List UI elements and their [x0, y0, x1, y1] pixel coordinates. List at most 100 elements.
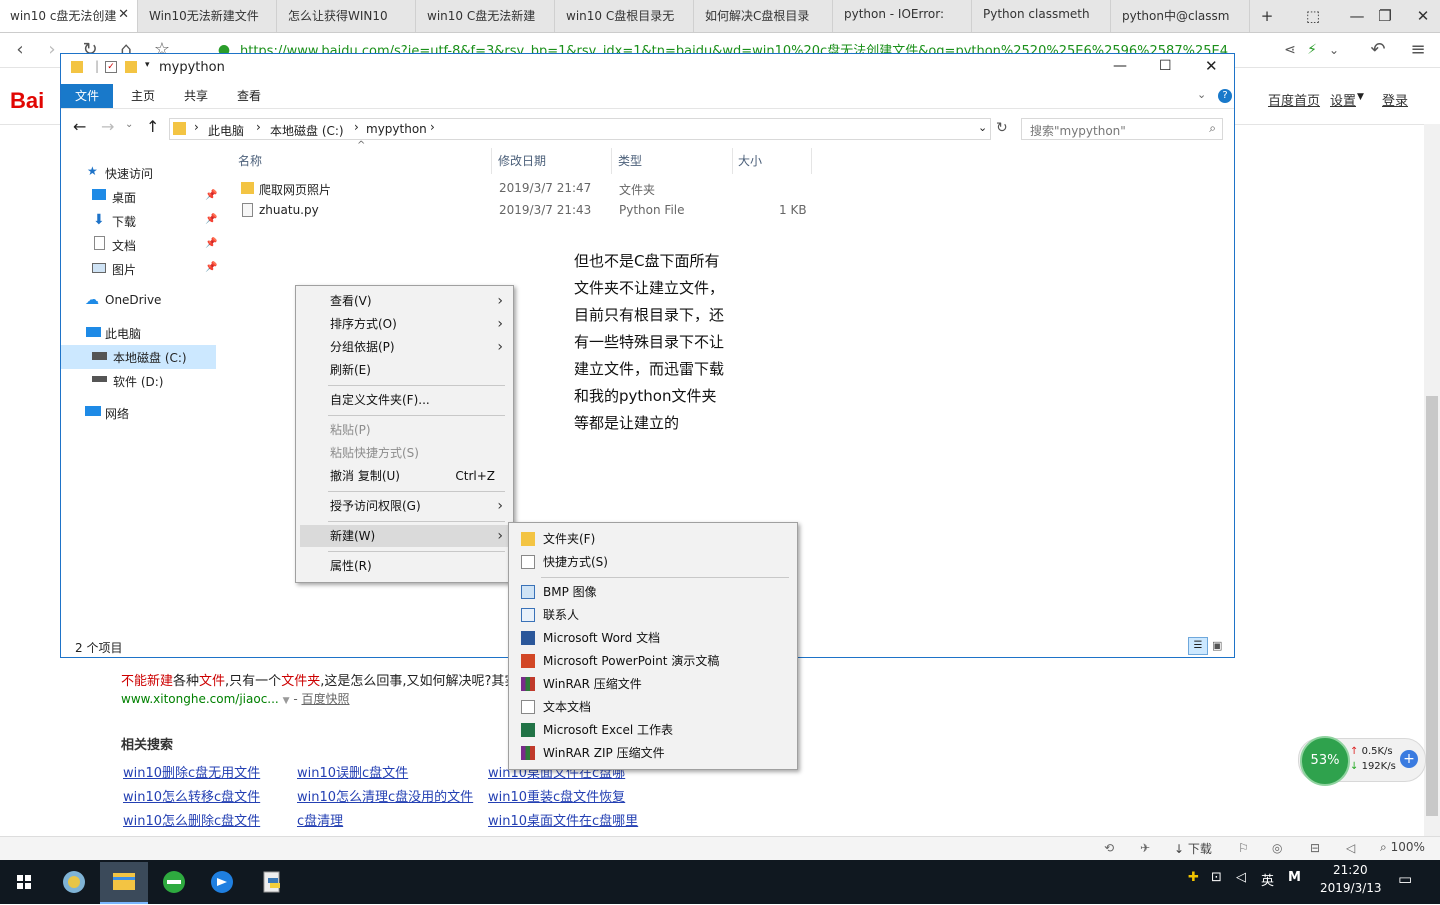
speedup-icon[interactable]: ⚡: [1300, 39, 1324, 61]
up-arrow-icon[interactable]: ↑: [146, 117, 159, 136]
file-row[interactable]: 爬取网页照片 2019/3/7 21:47 文件夹: [231, 178, 811, 200]
menu-item-properties[interactable]: 属性(R): [300, 555, 509, 577]
start-button[interactable]: [0, 862, 48, 902]
column-divider[interactable]: [491, 148, 492, 174]
browser-tab[interactable]: Python classmeth: [973, 0, 1111, 32]
new-folder-icon[interactable]: [125, 61, 137, 73]
pin-icon[interactable]: 📌: [205, 262, 217, 273]
flag-icon[interactable]: ⚐: [1238, 841, 1249, 855]
baidu-home-link[interactable]: 百度首页: [1268, 90, 1320, 109]
related-link[interactable]: win10误删c盘文件: [297, 762, 408, 781]
browser-tab[interactable]: 如何解决C盘根目录: [695, 0, 833, 32]
ime-indicator[interactable]: 英: [1261, 870, 1274, 889]
new-word-item[interactable]: Microsoft Word 文档: [513, 627, 793, 649]
related-link[interactable]: win10怎么删除c盘文件: [123, 810, 260, 829]
nav-onedrive[interactable]: OneDrive: [105, 293, 161, 307]
file-row[interactable]: zhuatu.py 2019/3/7 21:43 Python File 1 K…: [231, 200, 811, 222]
column-size[interactable]: 大小: [738, 152, 762, 169]
tab-share[interactable]: 共享: [170, 84, 222, 108]
menu-item-customize[interactable]: 自定义文件夹(F)...: [300, 389, 509, 411]
restore-tabs-icon[interactable]: ⬚: [1296, 0, 1330, 32]
breadcrumb-item[interactable]: 此电脑: [208, 122, 244, 139]
chevron-right-icon[interactable]: ›: [354, 120, 359, 134]
menu-item-sort[interactable]: 排序方式(O) ›: [300, 313, 509, 335]
new-shortcut-item[interactable]: 快捷方式(S): [513, 551, 793, 573]
login-link[interactable]: 登录: [1382, 90, 1408, 109]
split-screen-icon[interactable]: ⊟: [1310, 841, 1320, 855]
refresh-icon[interactable]: ↻: [996, 120, 1008, 136]
nav-soft-disk[interactable]: 软件 (D:): [113, 373, 163, 390]
related-link[interactable]: win10桌面文件在c盘哪里: [488, 810, 638, 829]
chevron-right-icon[interactable]: ›: [256, 120, 261, 134]
history-icon[interactable]: ⟲: [1104, 841, 1114, 855]
settings-link[interactable]: 设置: [1330, 90, 1356, 109]
browser-tab[interactable]: win10 C盘无法新建: [417, 0, 555, 32]
recent-locations-icon[interactable]: ⌄: [125, 119, 133, 130]
chevron-down-icon[interactable]: ⌄: [1322, 39, 1346, 61]
result-url[interactable]: www.xitonghe.com/jiaoc... ▼ - 百度快照: [121, 690, 350, 707]
share-icon[interactable]: ⋖: [1278, 39, 1302, 61]
nav-pictures[interactable]: 图片: [112, 261, 136, 278]
close-tab-icon[interactable]: ✕: [118, 7, 129, 22]
scrollbar-thumb[interactable]: [1426, 396, 1438, 816]
browser-tab[interactable]: win10 c盘无法创建 ✕: [0, 0, 138, 32]
minimize-icon[interactable]: —: [1113, 58, 1127, 74]
menu-item-paste-shortcut[interactable]: 粘贴快捷方式(S): [300, 442, 509, 464]
menu-icon[interactable]: ≡: [1406, 39, 1430, 61]
cleanup-icon[interactable]: ◎: [1272, 841, 1282, 855]
properties-icon[interactable]: ✓: [105, 61, 117, 73]
nav-desktop[interactable]: 桌面: [112, 189, 136, 206]
zoom-control[interactable]: ⌕ 100%: [1380, 840, 1425, 855]
column-type[interactable]: 类型: [618, 152, 642, 169]
new-contact-item[interactable]: 联系人: [513, 604, 793, 626]
pin-icon[interactable]: ✈: [1140, 841, 1150, 855]
expand-ribbon-icon[interactable]: ⌄: [1197, 88, 1206, 101]
menu-item-view[interactable]: 查看(V) ›: [300, 290, 509, 312]
details-view-icon[interactable]: ☰: [1188, 637, 1208, 655]
menu-item-refresh[interactable]: 刷新(E): [300, 359, 509, 381]
tab-home[interactable]: 主页: [117, 84, 169, 108]
browser-tab[interactable]: win10 C盘根目录无: [556, 0, 694, 32]
close-icon[interactable]: ✕: [1205, 57, 1218, 75]
breadcrumb-item[interactable]: 本地磁盘 (C:): [270, 122, 344, 139]
related-link[interactable]: win10删除c盘无用文件: [123, 762, 260, 781]
forward-arrow-icon[interactable]: →: [101, 117, 114, 136]
undo-icon[interactable]: ↶: [1366, 39, 1390, 61]
chevron-right-icon[interactable]: ›: [194, 120, 199, 134]
new-text-item[interactable]: 文本文档: [513, 696, 793, 718]
pin-icon[interactable]: 📌: [205, 214, 217, 225]
chevron-down-icon[interactable]: ▼: [283, 696, 290, 706]
menu-item-paste[interactable]: 粘贴(P): [300, 419, 509, 441]
clock-date[interactable]: 2019/3/13: [1320, 881, 1382, 895]
column-divider[interactable]: [732, 148, 733, 174]
back-arrow-icon[interactable]: ←: [73, 117, 86, 136]
browser-tab[interactable]: 怎么让获得WIN10: [278, 0, 416, 32]
nav-documents[interactable]: 文档: [112, 237, 136, 254]
clock-time[interactable]: 21:20: [1333, 863, 1368, 877]
chevron-right-icon[interactable]: ›: [430, 120, 435, 134]
chevron-down-icon[interactable]: ⌄: [978, 121, 987, 134]
new-winrar-item[interactable]: WinRAR 压缩文件: [513, 673, 793, 695]
new-winrar-zip-item[interactable]: WinRAR ZIP 压缩文件: [513, 742, 793, 764]
menu-item-group[interactable]: 分组依据(P) ›: [300, 336, 509, 358]
maximize-icon[interactable]: ❐: [1368, 0, 1402, 32]
tab-file[interactable]: 文件: [61, 84, 114, 108]
file-explorer-taskbar-button[interactable]: [100, 862, 148, 904]
app-icon[interactable]: [248, 862, 296, 902]
tray-app-icon[interactable]: ✚: [1188, 870, 1199, 885]
menu-item-grant-access[interactable]: 授予访问权限(G) ›: [300, 495, 509, 517]
nav-network[interactable]: 网络: [105, 405, 129, 422]
pin-icon[interactable]: 📌: [205, 238, 217, 249]
volume-icon[interactable]: ◁: [1236, 870, 1246, 885]
cache-link[interactable]: 百度快照: [302, 692, 350, 706]
search-input[interactable]: 搜索"mypython" ⌕: [1021, 118, 1223, 140]
new-tab-icon[interactable]: +: [1250, 0, 1284, 32]
ime-mode-icon[interactable]: M: [1288, 870, 1301, 885]
browser-tab[interactable]: Win10无法新建文件: [139, 0, 277, 32]
back-icon[interactable]: ‹: [8, 39, 32, 61]
menu-item-undo[interactable]: 撤消 复制(U) Ctrl+Z: [300, 465, 509, 487]
new-bmp-item[interactable]: BMP 图像: [513, 581, 793, 603]
menu-item-new[interactable]: 新建(W) ›: [300, 525, 509, 547]
network-icon[interactable]: ⊡: [1211, 870, 1222, 885]
new-excel-item[interactable]: Microsoft Excel 工作表: [513, 719, 793, 741]
